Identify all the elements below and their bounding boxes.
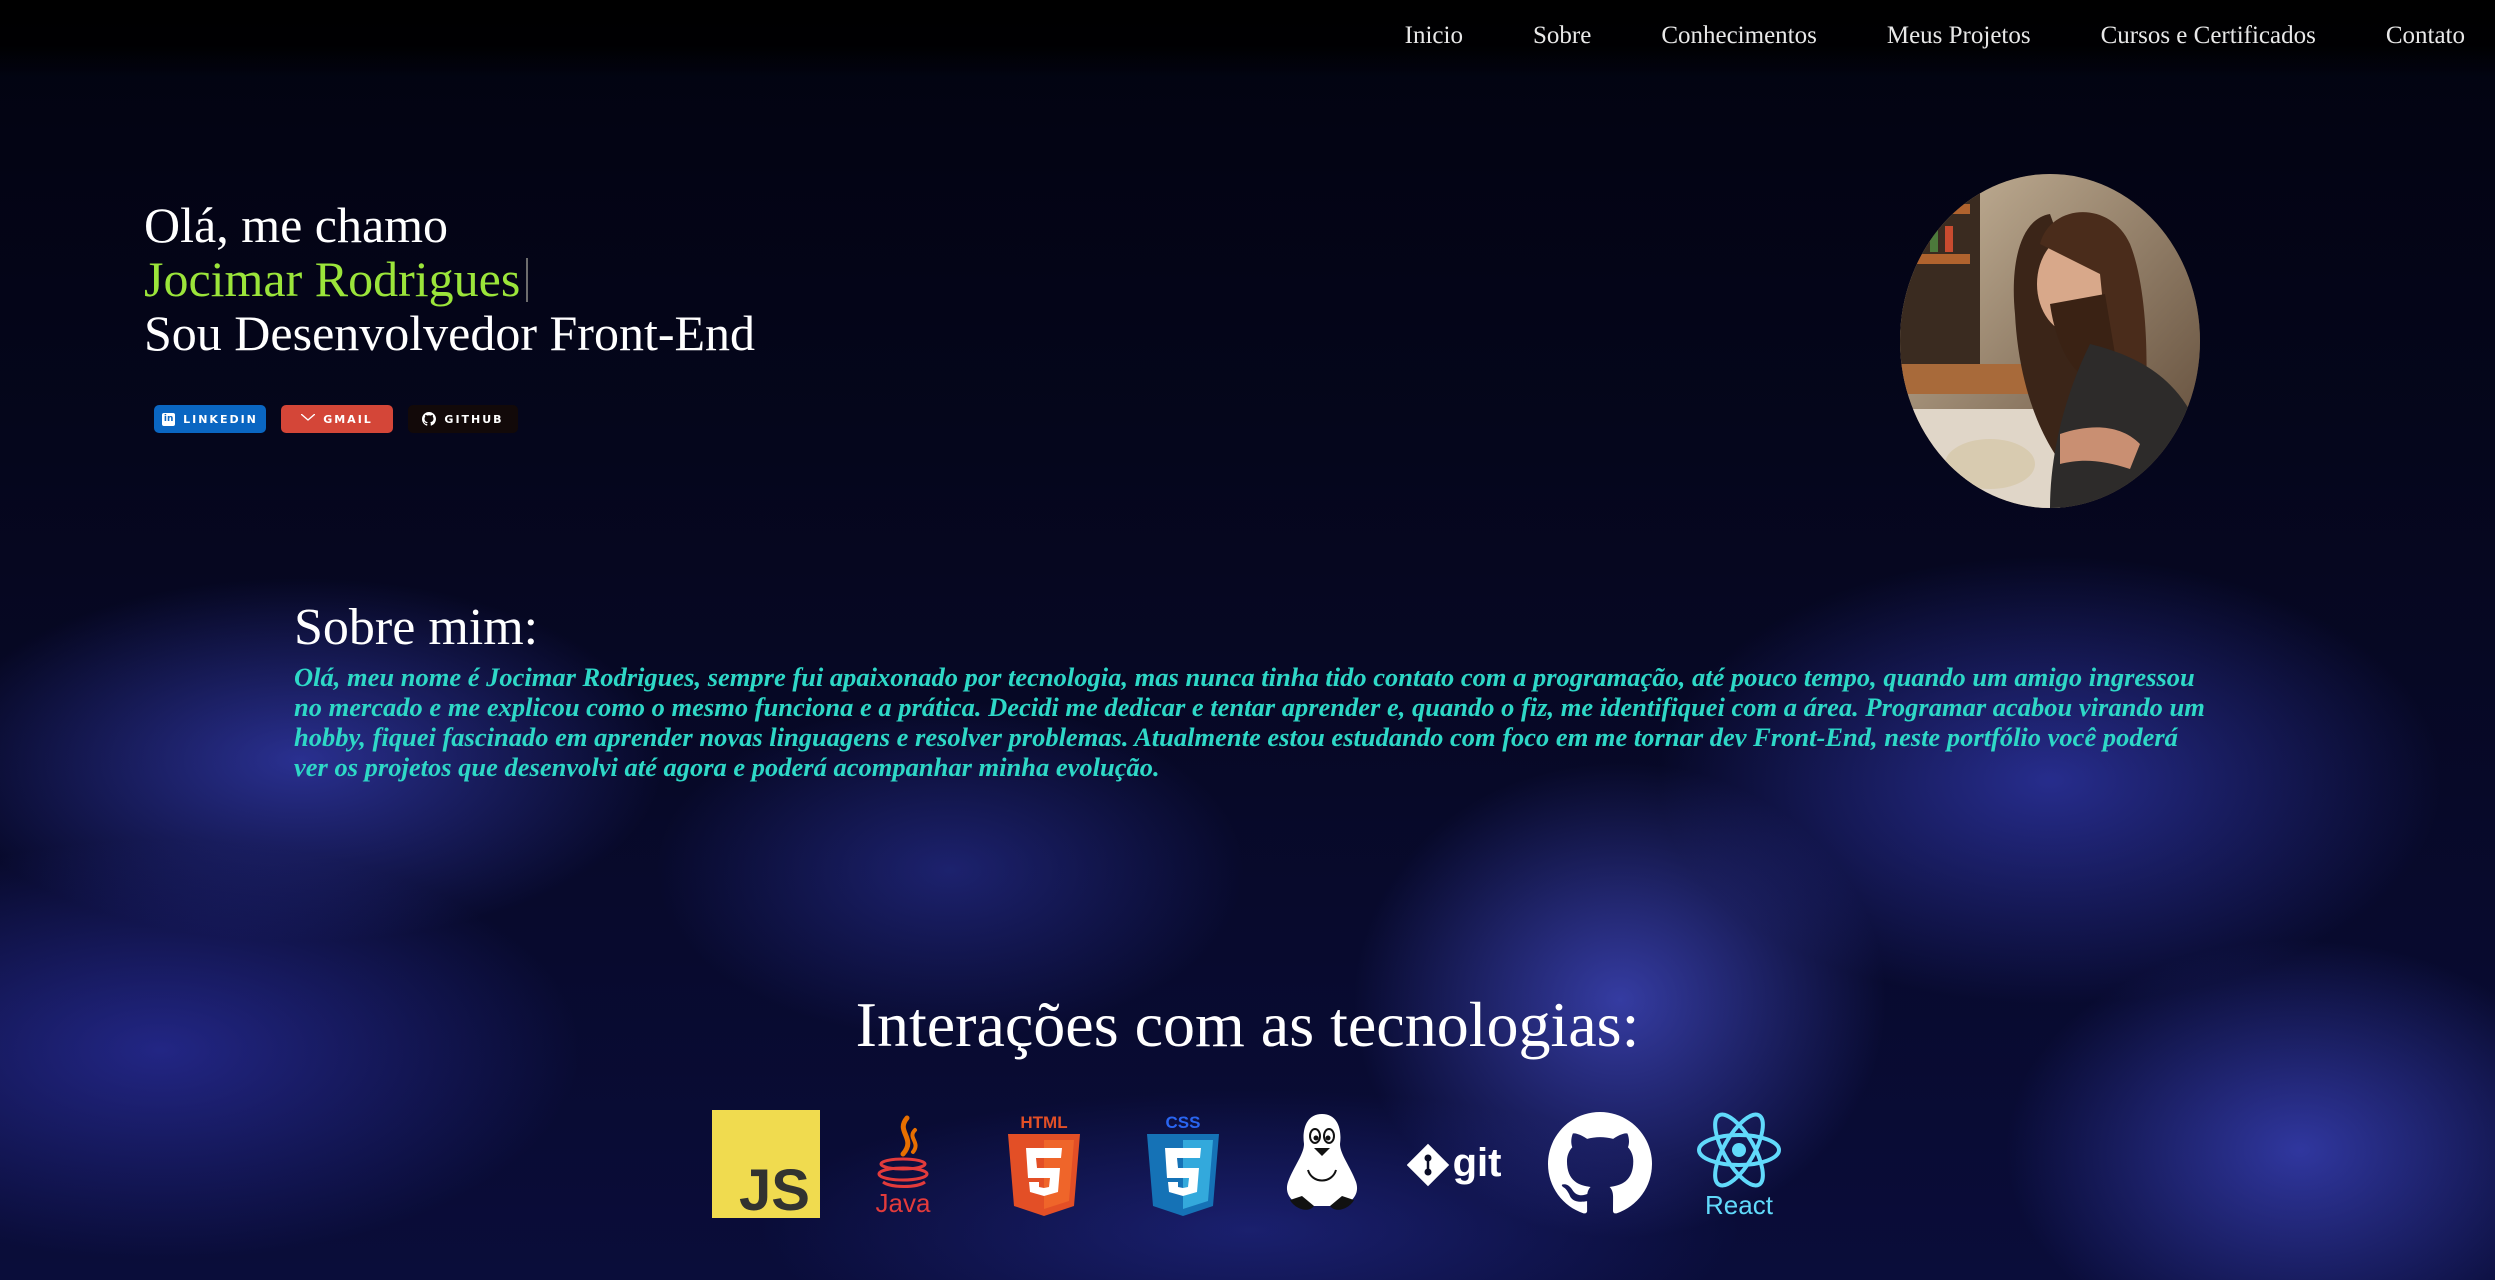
hero-role: Sou Desenvolvedor Front-End (144, 305, 756, 361)
about-title: Sobre mim: (294, 599, 539, 656)
javascript-icon: JS (712, 1110, 820, 1218)
react-icon: React (1685, 1110, 1793, 1218)
linkedin-icon: in (162, 412, 176, 426)
svg-text:React: React (1705, 1190, 1774, 1218)
gmail-button[interactable]: GMAIL (281, 405, 393, 433)
about-text: Olá, meu nome é Jocimar Rodrigues, sempr… (294, 662, 2205, 782)
linkedin-label: LINKEDIN (183, 412, 258, 426)
profile-photo (1900, 174, 2200, 508)
nav-link-inicio[interactable]: Inicio (1405, 22, 1463, 49)
tech-title: Interações com as tecnologias: (855, 989, 1640, 1060)
nav-list: Inicio Sobre Conhecimentos Meus Projetos… (1405, 22, 2465, 50)
nav-link-conhecimentos[interactable]: Conhecimentos (1661, 22, 1817, 49)
github-mark-icon (422, 412, 437, 426)
hero-section: Olá, me chamo Jocimar Rodrigues Sou Dese… (144, 198, 755, 360)
profile-photo-illustration (1900, 174, 2200, 508)
hero-greeting: Olá, me chamo (144, 197, 449, 253)
gmail-icon (301, 413, 316, 425)
java-icon: Java (851, 1110, 959, 1218)
linux-tux-icon (1268, 1110, 1376, 1218)
social-links: in LINKEDIN GMAIL GITHUB (154, 405, 518, 433)
hero-name-line: Jocimar Rodrigues (144, 252, 755, 306)
git-icon: git (1407, 1110, 1515, 1218)
css3-icon: CSS (1129, 1110, 1237, 1218)
nav-link-contato[interactable]: Contato (2386, 22, 2465, 49)
svg-text:git: git (1453, 1141, 1502, 1185)
svg-text:JS: JS (739, 1158, 810, 1218)
hero-name: Jocimar Rodrigues (144, 251, 521, 307)
gmail-label: GMAIL (323, 412, 373, 426)
github-button[interactable]: GITHUB (408, 405, 518, 433)
top-navbar: Inicio Sobre Conhecimentos Meus Projetos… (0, 0, 2495, 78)
svg-text:Java: Java (876, 1188, 931, 1218)
nav-link-cursos-certificados[interactable]: Cursos e Certificados (2101, 22, 2316, 49)
github-label: GITHUB (444, 412, 504, 426)
linkedin-button[interactable]: in LINKEDIN (154, 405, 266, 433)
typing-cursor (526, 258, 529, 302)
svg-text:HTML: HTML (1020, 1113, 1067, 1132)
nav-link-meus-projetos[interactable]: Meus Projetos (1887, 22, 2031, 49)
tech-icons-row: JS Java HTML CSS git React (712, 1110, 1793, 1218)
nav-link-sobre[interactable]: Sobre (1533, 22, 1591, 49)
github-icon (1546, 1110, 1654, 1218)
svg-text:CSS: CSS (1166, 1113, 1201, 1132)
html5-icon: HTML (990, 1110, 1098, 1218)
about-section: Sobre mim: Olá, meu nome é Jocimar Rodri… (294, 598, 2209, 782)
